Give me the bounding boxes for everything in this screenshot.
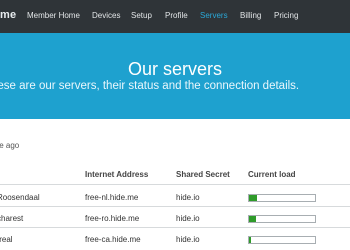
nav-item-profile[interactable]: Profile — [165, 11, 188, 20]
load-bar — [248, 194, 316, 202]
shared-secret: hide.io — [176, 193, 200, 202]
column-header-internet-address: Internet Address — [85, 170, 149, 179]
internet-address: free-nl.hide.me — [85, 193, 139, 202]
server-name: Roosendaal — [0, 193, 40, 202]
nav-item-devices[interactable]: Devices — [92, 11, 120, 20]
top-nav: me Member Home Devices Setup Profile Ser… — [0, 0, 350, 33]
load-bar — [248, 236, 316, 244]
nav-item-member-home[interactable]: Member Home — [27, 11, 80, 20]
hero-banner: Our servers hese are our servers, their … — [0, 33, 350, 119]
column-header-current-load: Current load — [248, 170, 296, 179]
internet-address: free-ro.hide.me — [85, 214, 140, 223]
last-updated-text: te ago — [0, 141, 20, 150]
shared-secret: hide.io — [176, 235, 200, 244]
divider — [0, 184, 350, 185]
internet-address: free-ca.hide.me — [85, 235, 141, 244]
logo[interactable]: me — [0, 9, 16, 21]
load-bar-fill — [249, 195, 257, 201]
nav-item-servers[interactable]: Servers — [200, 11, 228, 20]
nav-item-pricing[interactable]: Pricing — [274, 11, 298, 20]
server-name: charest — [0, 214, 24, 223]
divider — [0, 206, 350, 207]
column-header-shared-secret: Shared Secret — [176, 170, 230, 179]
shared-secret: hide.io — [176, 214, 200, 223]
nav-item-billing[interactable]: Billing — [240, 11, 261, 20]
load-bar-fill — [249, 216, 256, 222]
divider — [0, 227, 350, 228]
page-title: Our servers — [127, 59, 223, 79]
page-subtitle: hese are our servers, their status and t… — [0, 80, 300, 92]
load-bar — [248, 215, 316, 223]
nav-item-setup[interactable]: Setup — [131, 11, 152, 20]
load-bar-fill — [249, 237, 251, 243]
server-name: treal — [0, 235, 13, 244]
